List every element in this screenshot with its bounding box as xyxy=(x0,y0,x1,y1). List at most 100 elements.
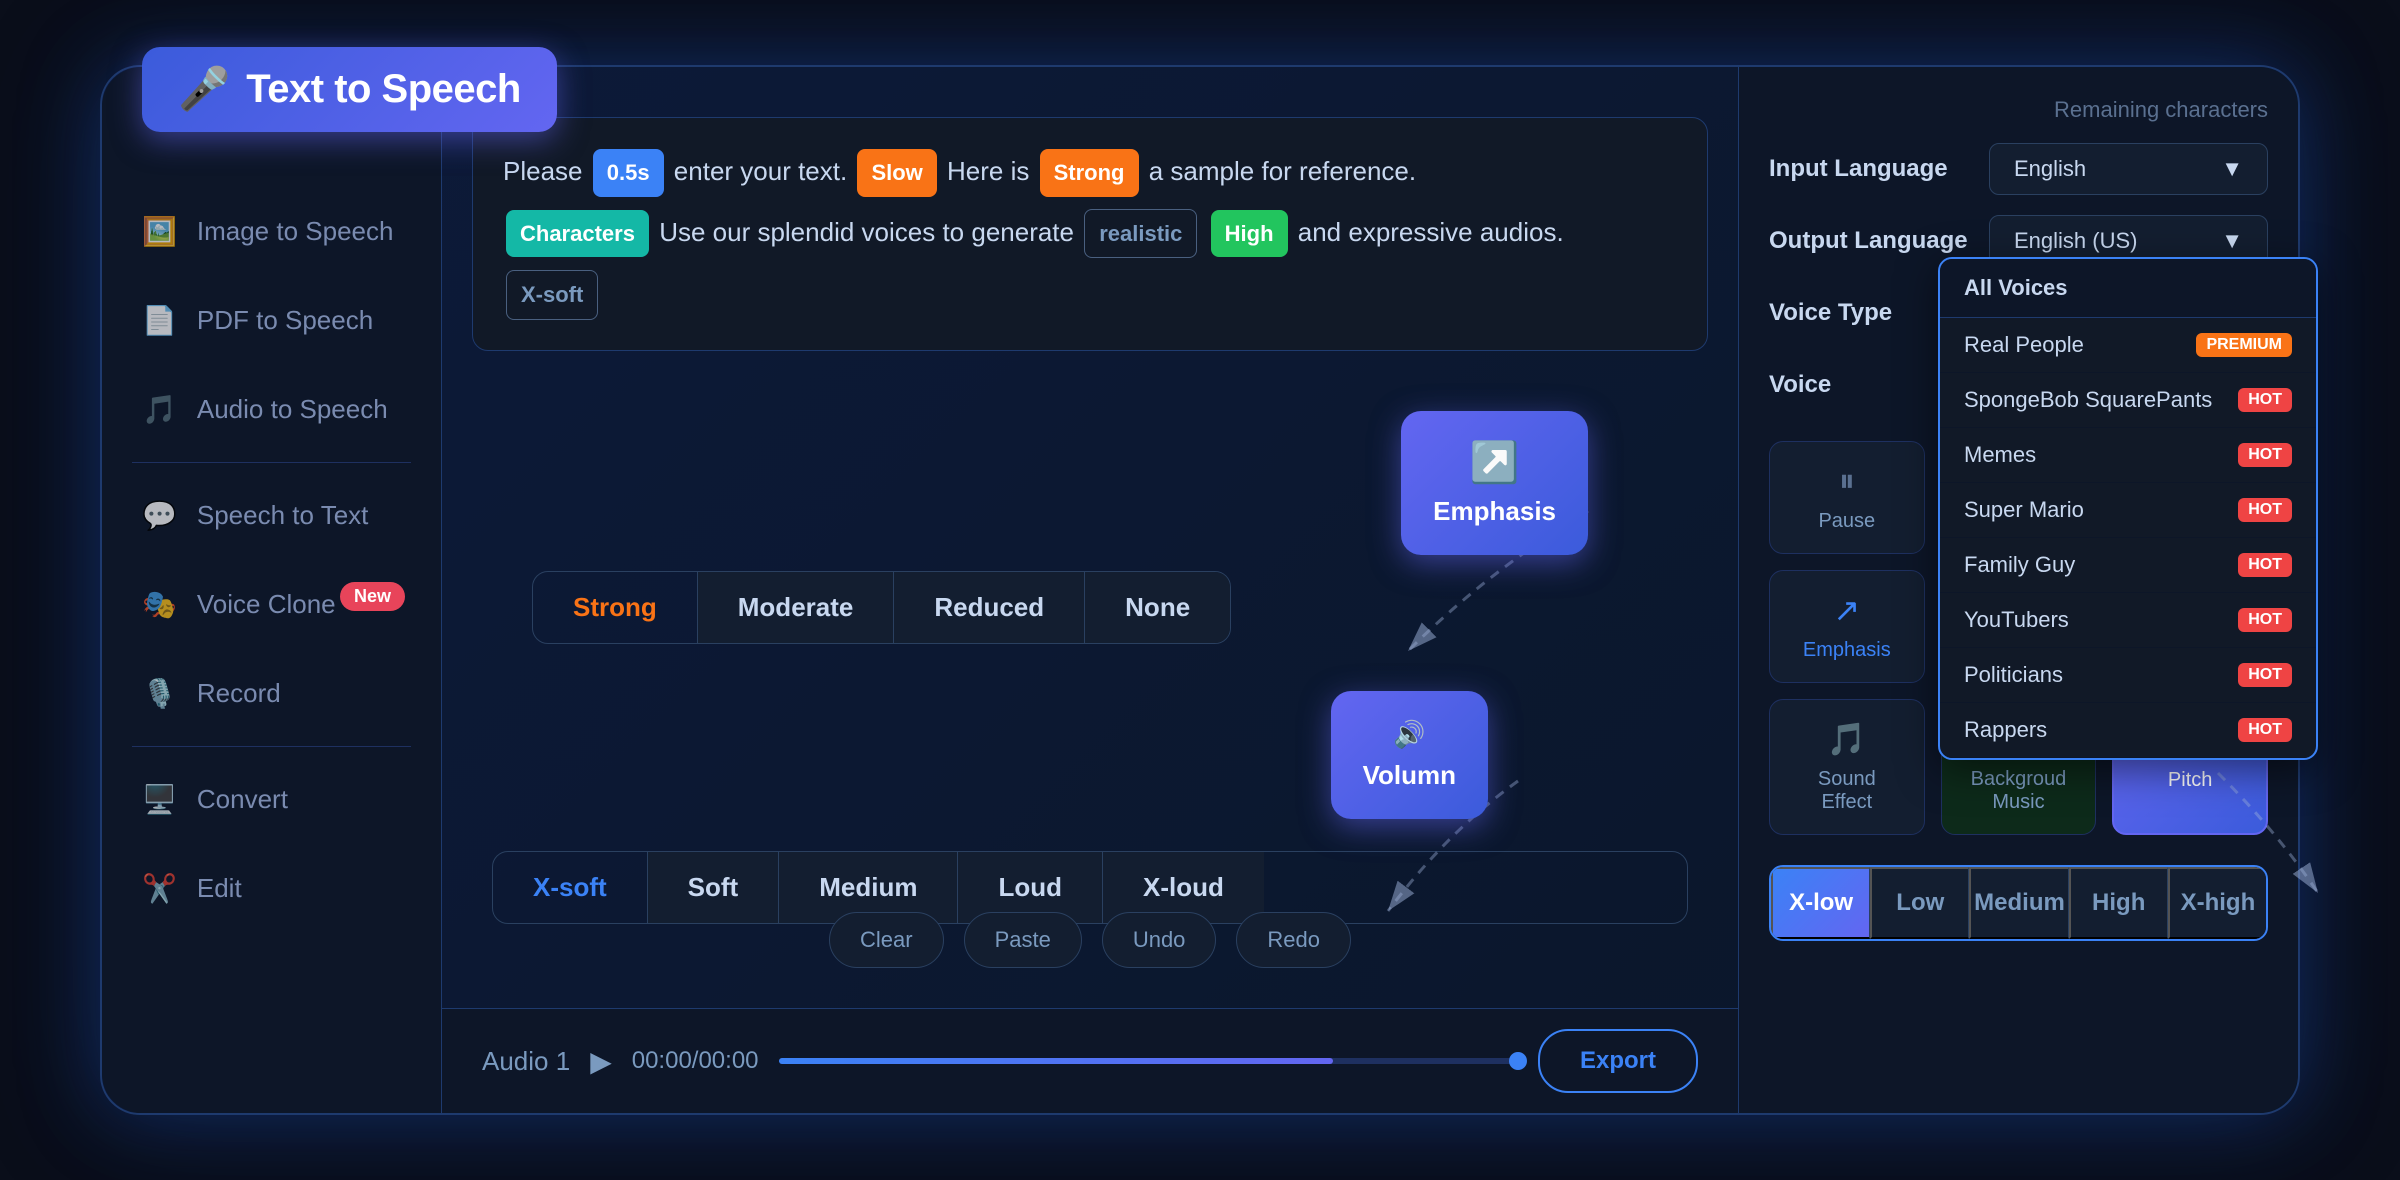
tag-strong-inline[interactable]: Strong xyxy=(1040,149,1139,197)
tag-x-soft[interactable]: X-soft xyxy=(506,270,598,320)
tag-0.5s[interactable]: 0.5s xyxy=(593,149,664,197)
tool-pause[interactable]: ⏸ Pause xyxy=(1769,441,1925,554)
convert-icon: 🖥️ xyxy=(142,783,177,816)
progress-bar[interactable] xyxy=(779,1058,1518,1064)
volume-popup[interactable]: 🔊 Volumn xyxy=(1331,691,1488,819)
sidebar-divider-1 xyxy=(132,462,411,463)
voice-option-real-people-label: Real People xyxy=(1964,332,2084,358)
sidebar-item-record[interactable]: 🎙️ Record xyxy=(102,649,441,738)
voice-dropdown[interactable]: All Voices Real People PREMIUM SpongeBob… xyxy=(1938,257,2318,760)
right-panel: Remaining characters Input Language Engl… xyxy=(1738,67,2298,1113)
emphasis-icon: ↗ xyxy=(1833,591,1860,629)
voice-option-memes-label: Memes xyxy=(1964,442,2036,468)
sidebar-label-speech-to-text: Speech to Text xyxy=(197,500,369,531)
sidebar-label-image-to-speech: Image to Speech xyxy=(197,216,394,247)
tool-pitch-active-label: Pitch xyxy=(2168,769,2212,792)
voice-option-rappers[interactable]: Rappers HOT xyxy=(1940,703,2316,758)
remaining-text: Remaining characters xyxy=(1769,97,2268,123)
progress-dot xyxy=(1509,1052,1527,1070)
tool-pause-label: Pause xyxy=(1818,510,1875,533)
emphasis-strong-btn[interactable]: Strong xyxy=(533,572,698,643)
emphasis-popup-label: Emphasis xyxy=(1433,496,1556,527)
clear-button[interactable]: Clear xyxy=(829,912,944,968)
voice-option-memes[interactable]: Memes HOT xyxy=(1940,428,2316,483)
export-button[interactable]: Export xyxy=(1538,1029,1698,1093)
logo-icon: 🎤 xyxy=(178,65,230,114)
sidebar-label-record: Record xyxy=(197,678,281,709)
input-language-label: Input Language xyxy=(1769,155,1969,183)
pitch-low-btn[interactable]: Low xyxy=(1870,867,1969,939)
record-icon: 🎙️ xyxy=(142,677,177,710)
sidebar-item-speech-to-text[interactable]: 💬 Speech to Text xyxy=(102,471,441,560)
voice-option-super-mario[interactable]: Super Mario HOT xyxy=(1940,483,2316,538)
tag-characters[interactable]: Characters xyxy=(506,210,649,258)
editor-line-1: Please 0.5s enter your text. Slow Here i… xyxy=(503,148,1677,197)
text-here: Here is xyxy=(947,156,1037,186)
tool-sound-effect[interactable]: 🎵 Sound Effect xyxy=(1769,699,1925,835)
sidebar-item-edit[interactable]: ✂️ Edit xyxy=(102,844,441,933)
sidebar-item-voice-clone[interactable]: 🎭 Voice Clone New xyxy=(102,560,441,649)
sidebar-item-pdf-to-speech[interactable]: 📄 PDF to Speech xyxy=(102,276,441,365)
input-language-select[interactable]: English ▼ xyxy=(1989,143,2268,195)
pitch-xhigh-btn[interactable]: X-high xyxy=(2168,867,2266,939)
pitch-xlow-btn[interactable]: X-low xyxy=(1771,867,1870,939)
hot-badge-rappers: HOT xyxy=(2238,718,2292,742)
voice-option-real-people[interactable]: Real People PREMIUM xyxy=(1940,318,2316,373)
paste-button[interactable]: Paste xyxy=(964,912,1082,968)
tool-emphasis[interactable]: ↗ Emphasis xyxy=(1769,570,1925,683)
pause-icon: ⏸ xyxy=(1839,462,1855,500)
voice-option-politicians[interactable]: Politicians HOT xyxy=(1940,648,2316,703)
editor-line-2: Characters Use our splendid voices to ge… xyxy=(503,209,1677,259)
voice-option-politicians-label: Politicians xyxy=(1964,662,2063,688)
voice-dropdown-header: All Voices xyxy=(1940,259,2316,318)
main-window: 🎤 Text to Speech 🖼️ Image to Speech 📄 PD… xyxy=(100,65,2300,1115)
emphasis-moderate-btn[interactable]: Moderate xyxy=(698,572,895,643)
tag-realistic[interactable]: realistic xyxy=(1084,209,1197,259)
emphasis-popup-icon: ↗️ xyxy=(1470,439,1520,486)
text-for-ref: for reference. xyxy=(1261,156,1416,186)
hot-badge-youtubers: HOT xyxy=(2238,608,2292,632)
pitch-options-bar: X-low Low Medium High X-high xyxy=(1769,865,2268,941)
input-language-value: English xyxy=(2014,156,2086,182)
audio-title: Audio 1 xyxy=(482,1046,570,1077)
play-button[interactable]: ▶ xyxy=(590,1045,612,1078)
undo-button[interactable]: Undo xyxy=(1102,912,1217,968)
sidebar-item-image-to-speech[interactable]: 🖼️ Image to Speech xyxy=(102,187,441,276)
text-use: Use our splendid voices to generate xyxy=(659,217,1081,247)
chevron-down-icon: ▼ xyxy=(2221,156,2243,182)
hot-badge-family-guy: HOT xyxy=(2238,553,2292,577)
logo-text: Text to Speech xyxy=(246,67,521,112)
output-language-label: Output Language xyxy=(1769,227,1969,255)
emphasis-none-btn[interactable]: None xyxy=(1085,572,1230,643)
emphasis-reduced-btn[interactable]: Reduced xyxy=(894,572,1085,643)
hot-badge-memes: HOT xyxy=(2238,443,2292,467)
premium-badge: PREMIUM xyxy=(2196,333,2292,357)
tag-slow[interactable]: Slow xyxy=(857,149,936,197)
voice-option-rappers-label: Rappers xyxy=(1964,717,2047,743)
main-content: Please 0.5s enter your text. Slow Here i… xyxy=(442,67,1738,1113)
audio-bar: Audio 1 ▶ 00:00/00:00 Export xyxy=(442,1008,1738,1113)
voice-option-spongebob[interactable]: SpongeBob SquarePants HOT xyxy=(1940,373,2316,428)
pitch-high-btn[interactable]: High xyxy=(2069,867,2168,939)
text-enter: enter your text. xyxy=(674,156,855,186)
voice-option-family-guy[interactable]: Family Guy HOT xyxy=(1940,538,2316,593)
sidebar-label-audio-to-speech: Audio to Speech xyxy=(197,394,388,425)
logo-badge[interactable]: 🎤 Text to Speech xyxy=(142,47,557,132)
sidebar-item-audio-to-speech[interactable]: 🎵 Audio to Speech xyxy=(102,365,441,454)
sidebar-item-convert[interactable]: 🖥️ Convert xyxy=(102,755,441,844)
chevron-down-icon-2: ▼ xyxy=(2221,228,2243,254)
text-sample: a sample xyxy=(1149,156,1262,186)
tag-high[interactable]: High xyxy=(1211,210,1288,258)
emphasis-popup[interactable]: ↗️ Emphasis xyxy=(1401,411,1588,555)
progress-fill xyxy=(779,1058,1334,1064)
editor-area[interactable]: Please 0.5s enter your text. Slow Here i… xyxy=(472,117,1708,351)
redo-button[interactable]: Redo xyxy=(1236,912,1351,968)
voice-option-youtubers[interactable]: YouTubers HOT xyxy=(1940,593,2316,648)
emphasis-options: Strong Moderate Reduced None xyxy=(532,571,1231,644)
sidebar-label-voice-clone: Voice Clone xyxy=(197,589,336,620)
bottom-controls: Clear Paste Undo Redo xyxy=(472,892,1708,988)
popup-area: ↗️ Emphasis Strong Moderate Reduced None xyxy=(472,351,1708,1008)
text-expressive: and expressive audios. xyxy=(1298,217,1564,247)
pitch-medium-btn[interactable]: Medium xyxy=(1969,867,2068,939)
tool-emphasis-label: Emphasis xyxy=(1803,639,1891,662)
